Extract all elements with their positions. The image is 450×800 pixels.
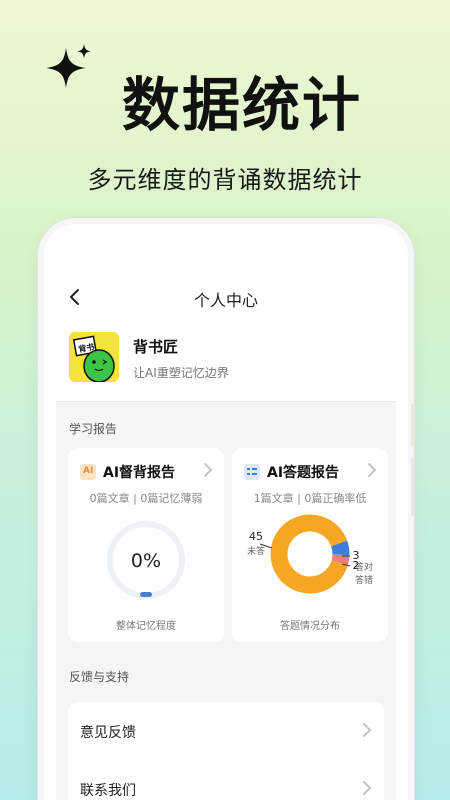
app-name: 背书匠: [133, 338, 179, 356]
card-title: AI答题报告: [267, 465, 340, 481]
card-title: AI督背报告: [103, 465, 176, 481]
donut-value-unanswered: 45: [249, 530, 263, 543]
list-item-label: 联系我们: [80, 783, 136, 799]
progress-indicator: [140, 592, 152, 597]
report-icon: AI: [80, 464, 96, 480]
feedback-item[interactable]: 意见反馈: [68, 702, 384, 760]
phone-side-button: [411, 458, 415, 516]
contact-us-item[interactable]: 联系我们: [68, 760, 384, 800]
support-section-label: 反馈与支持: [69, 670, 130, 684]
app-screen: 个人中心 背书 背书匠 让AI重塑记忆边界 学习报告 AI AI督背报告 0篇文…: [56, 270, 396, 800]
chevron-right-icon: [368, 463, 377, 477]
donut-label-unanswered: 未答: [247, 545, 265, 557]
report-list-icon: [244, 464, 260, 480]
avatar: 背书: [69, 332, 119, 382]
donut-label-wrong: 答错: [355, 574, 373, 586]
chevron-right-icon: [363, 723, 372, 737]
profile-section: 背书 背书匠 让AI重塑记忆边界: [56, 324, 396, 402]
donut-segment-0: [270, 514, 348, 594]
report-cards: AI AI督背报告 0篇文章 | 0篇记忆薄弱 0% 整体记忆程度 AI答题报告…: [56, 448, 396, 648]
donut-segment-2: [331, 554, 350, 565]
chevron-right-icon: [363, 781, 372, 795]
card-caption: 整体记忆程度: [116, 621, 176, 632]
answer-distribution-donut: 45未答 32答对答错: [247, 514, 373, 594]
donut-label-correct: 答对: [355, 561, 373, 573]
app-logo-icon: 背书: [72, 335, 115, 382]
ai-answer-report-card[interactable]: AI答题报告 1篇文章 | 0篇正确率低 45 未答 3 2 答对 答错 答题情况分布: [232, 448, 388, 642]
chevron-right-icon: [204, 463, 213, 477]
support-list: 意见反馈 联系我们: [68, 702, 384, 800]
hero-title: 数据统计: [121, 71, 362, 139]
study-report-label: 学习报告: [69, 422, 118, 436]
page-title: 个人中心: [193, 291, 258, 310]
card-caption: 答题情况分布: [280, 621, 340, 632]
hero-subtitle: 多元维度的背诵数据统计: [87, 166, 363, 194]
donut-segment-1: [331, 540, 350, 556]
ai-supervision-report-card[interactable]: AI AI督背报告 0篇文章 | 0篇记忆薄弱 0% 整体记忆程度: [68, 448, 224, 642]
list-item-label: 意见反馈: [80, 725, 136, 741]
phone-side-button: [411, 404, 415, 446]
card-summary: 1篇文章 | 0篇正确率低: [253, 492, 367, 505]
app-slogan: 让AI重塑记忆边界: [133, 366, 229, 380]
progress-percent: 0%: [130, 550, 162, 572]
card-summary: 0篇文章 | 0篇记忆薄弱: [89, 492, 203, 505]
top-bar: 个人中心: [56, 270, 396, 324]
